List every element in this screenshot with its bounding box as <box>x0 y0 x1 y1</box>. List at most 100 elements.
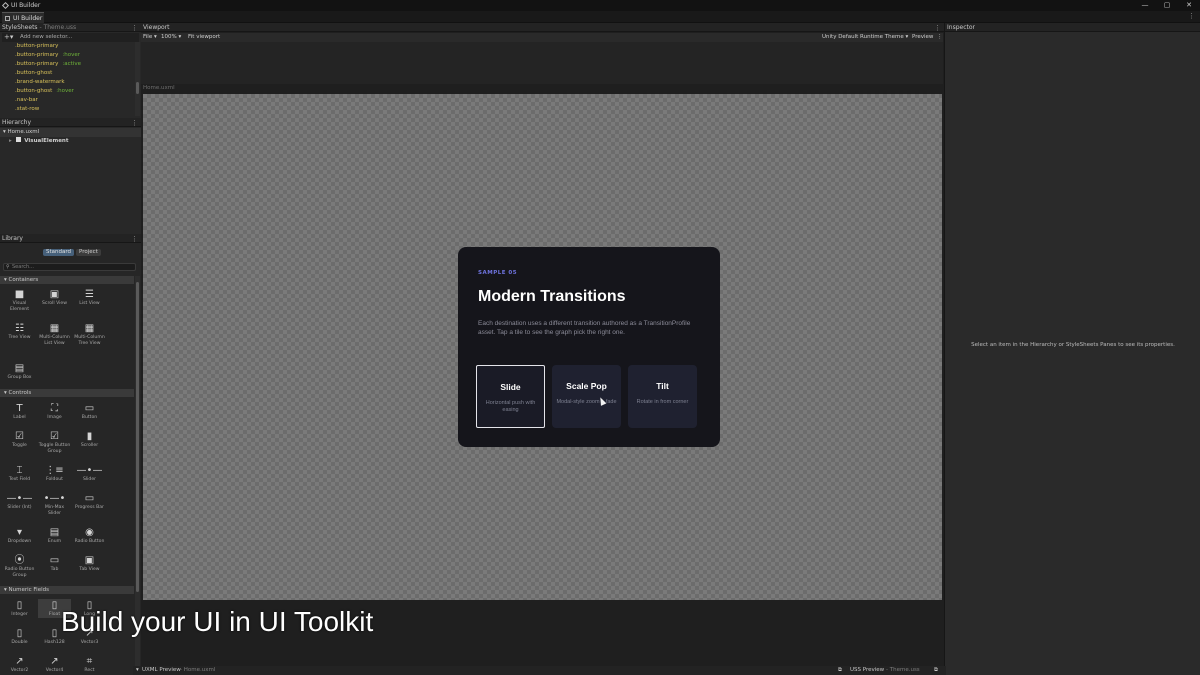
maximize-icon[interactable]: ▢ <box>1156 0 1178 11</box>
library-item-double[interactable]: ▯ Double <box>3 627 36 646</box>
sample-card[interactable]: SAMPLE 05 Modern Transitions Each destin… <box>458 247 720 447</box>
visual-element-icon <box>15 137 21 142</box>
uss-preview-file: - Theme.uss <box>886 667 920 673</box>
library-item-foldout[interactable]: ⋮≡ Foldout <box>38 464 71 483</box>
radio-group-icon: ⦿ <box>14 555 25 566</box>
library-item-progress-bar[interactable]: ▭ Progress Bar <box>73 492 106 511</box>
editor-tabbar: UI Builder ⋮ <box>0 11 1200 23</box>
file-menu[interactable]: File ▾ <box>143 33 157 42</box>
stylesheets-scrollbar[interactable] <box>135 42 140 116</box>
library-item-group-box[interactable]: ▤ Group Box <box>3 362 36 381</box>
tab-ui-builder[interactable]: UI Builder <box>2 12 44 23</box>
library-menu-icon[interactable]: ⋮ <box>131 235 138 243</box>
library-category-controls[interactable]: ▾ Controls <box>0 389 134 397</box>
selector-item[interactable]: .button-primary <box>15 42 62 51</box>
add-selector-row: +▾ Add new selector... <box>2 33 139 42</box>
minimize-icon[interactable]: — <box>1134 0 1156 11</box>
selector-item[interactable]: .stat-row <box>15 105 43 114</box>
collapse-arrow-icon[interactable]: ▸ <box>9 138 12 144</box>
text-field-icon: ⌶ <box>16 465 23 476</box>
ui-builder-icon <box>5 15 10 21</box>
library-item-tree-view[interactable]: ☷ Tree View <box>3 322 36 341</box>
viewport-menu-icon[interactable]: ⋮ <box>934 24 941 32</box>
library-category-containers[interactable]: ▾ Containers <box>0 276 134 284</box>
progress-bar-icon: ▭ <box>84 493 95 504</box>
uss-open-icon[interactable]: ⧉ <box>934 666 938 675</box>
library-item-scroll-view[interactable]: ▣ Scroll View <box>38 288 71 307</box>
uxml-open-icon[interactable]: ⧉ <box>838 666 842 675</box>
zoom-dropdown[interactable]: 100% ▾ <box>161 33 181 42</box>
stylesheets-panel: StyleSheets - Theme.uss ⋮ +▾ Add new sel… <box>0 23 141 118</box>
add-selector-input[interactable]: Add new selector... <box>20 33 72 42</box>
tab-project[interactable]: Project <box>76 249 101 256</box>
selector-name: .button-ghost <box>15 88 53 94</box>
add-selector-plus-icon[interactable]: +▾ <box>4 33 13 42</box>
library-item-radio-button-group[interactable]: ⦿ Radio Button Group <box>3 554 36 579</box>
expand-arrow-icon[interactable]: ▾ <box>3 129 6 135</box>
tab-menu-icon[interactable]: ⋮ <box>1188 12 1195 20</box>
fit-viewport-button[interactable]: Fit viewport <box>188 33 220 42</box>
viewport-toolbar: File ▾ 100% ▾ Fit viewport Unity Default… <box>141 33 943 42</box>
library-item-multi-column-tree-view[interactable]: ▦ Multi-Column Tree View <box>73 322 106 347</box>
library-item-list-view[interactable]: ☰ List View <box>73 288 106 307</box>
uxml-preview-title: UXML Preview <box>142 667 181 673</box>
library-search-input[interactable]: ⚲ Search... <box>3 263 136 271</box>
selector-item[interactable]: .brand-watermark <box>15 78 69 87</box>
library-item-label[interactable]: T Label <box>3 402 36 421</box>
hierarchy-root-row[interactable]: ▾ Home.uxml <box>0 128 141 137</box>
selector-item[interactable]: .button-ghost <box>15 69 56 78</box>
library-item-toggle[interactable]: ☑ Toggle <box>3 430 36 449</box>
library-item-button[interactable]: ▭ Button <box>73 402 106 421</box>
selector-item[interactable]: .button-primary:active <box>15 60 81 69</box>
library-item-toggle-button-group[interactable]: ☑ Toggle Button Group <box>38 430 71 455</box>
close-icon[interactable]: ✕ <box>1178 0 1200 11</box>
library-item-multi-column-list-view[interactable]: ▦ Multi-Column List View <box>38 322 71 347</box>
library-item-integer[interactable]: ▯ Integer <box>3 599 36 618</box>
uxml-preview-bar[interactable]: ▾ UXML Preview - Home.uxml ⧉ <box>133 666 944 675</box>
library-item-tab[interactable]: ▭ Tab <box>38 554 71 573</box>
canvas-label: Home.uxml <box>143 85 175 91</box>
library-item-radio-button[interactable]: ◉ Radio Button <box>73 526 106 545</box>
toolbar-menu-icon[interactable]: ⋮ <box>937 33 943 42</box>
library-item-slider-int[interactable]: —•— Slider (Int) <box>3 492 36 511</box>
selector-item[interactable]: .nav-bar <box>15 96 42 105</box>
library-item-rect[interactable]: ⌗ Rect <box>73 655 106 674</box>
preview-button[interactable]: Preview <box>912 33 933 42</box>
selector-item[interactable]: .button-ghost:hover <box>15 87 74 96</box>
toggle-icon: ☑ <box>15 431 24 442</box>
selector-item[interactable]: .button-primary:hover <box>15 51 80 60</box>
library-item-scroller[interactable]: ▮ Scroller <box>73 430 106 449</box>
tab-standard[interactable]: Standard <box>43 249 75 256</box>
uss-preview-bar[interactable]: USS Preview - Theme.uss ⧉ <box>844 666 946 675</box>
library-item-visual-element[interactable]: ■ Visual Element <box>3 288 36 313</box>
hierarchy-header: Hierarchy <box>0 118 141 127</box>
tile-slide[interactable]: Slide Horizontal push with easing <box>476 365 545 428</box>
tile-scale-pop[interactable]: Scale Pop Modal-style zoom + fade <box>552 365 621 428</box>
hierarchy-menu-icon[interactable]: ⋮ <box>131 119 138 127</box>
video-caption: Build your UI in UI Toolkit <box>61 606 374 637</box>
hierarchy-child-label: VisualElement <box>24 138 69 144</box>
library-category-numeric-fields[interactable]: ▾ Numeric Fields <box>0 586 134 594</box>
selector-pseudo: :active <box>62 61 81 67</box>
library-item-image[interactable]: ⛶ Image <box>38 402 71 421</box>
integer-icon: ▯ <box>16 600 23 611</box>
library-item-vector4[interactable]: ↗ Vector4 <box>38 655 71 674</box>
tab-icon: ▭ <box>49 555 60 566</box>
library-item-vector2[interactable]: ↗ Vector2 <box>3 655 36 674</box>
library-item-slider[interactable]: —•— Slider <box>73 464 106 483</box>
theme-dropdown[interactable]: Unity Default Runtime Theme ▾ <box>822 33 908 42</box>
search-icon: ⚲ <box>6 264 10 270</box>
tile-title: Tilt <box>656 381 669 391</box>
library-item-tab-view[interactable]: ▣ Tab View <box>73 554 106 573</box>
vector4-icon: ↗ <box>50 656 59 667</box>
uxml-expand-arrow-icon[interactable]: ▾ <box>136 666 139 675</box>
library-item-enum[interactable]: ▤ Enum <box>38 526 71 545</box>
category-label: Controls <box>8 390 32 396</box>
library-item-min-max-slider[interactable]: •—• Min-Max Slider <box>38 492 71 517</box>
tile-tilt[interactable]: Tilt Rotate in from corner <box>628 365 697 428</box>
library-item-text-field[interactable]: ⌶ Text Field <box>3 464 36 483</box>
sample-description: Each destination uses a different transi… <box>478 320 691 336</box>
library-item-dropdown[interactable]: ▾ Dropdown <box>3 526 36 545</box>
stylesheets-menu-icon[interactable]: ⋮ <box>131 24 138 32</box>
hierarchy-child-row[interactable]: ▸ VisualElement <box>9 137 68 146</box>
